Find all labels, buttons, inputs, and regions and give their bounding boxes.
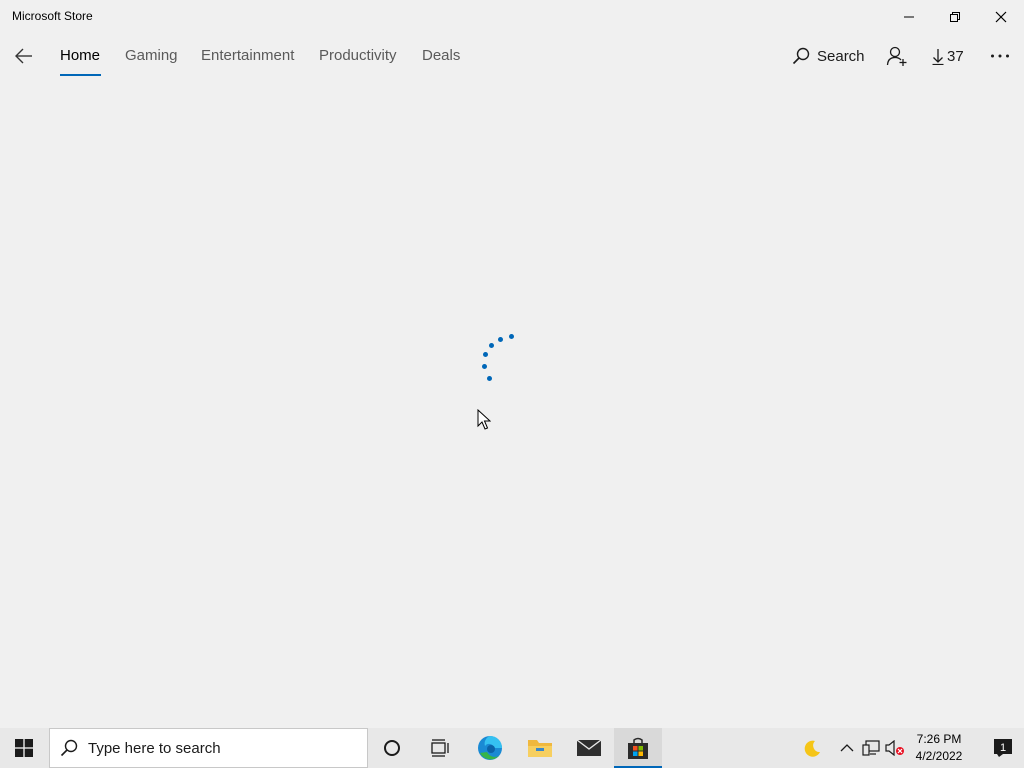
windows-logo-icon [15, 739, 33, 757]
restore-button[interactable] [932, 0, 978, 33]
back-button[interactable] [8, 39, 40, 73]
taskbar-search-placeholder: Type here to search [88, 739, 221, 757]
minimize-button[interactable] [886, 0, 932, 33]
ellipsis-icon [991, 54, 1009, 58]
close-icon [995, 11, 1007, 22]
tab-deals[interactable]: Deals [422, 47, 460, 64]
edge-button[interactable] [466, 728, 514, 768]
spinner-dot [489, 343, 494, 348]
spinner-dot [498, 337, 503, 342]
tab-gaming[interactable]: Gaming [125, 47, 178, 64]
tab-entertainment[interactable]: Entertainment [201, 47, 294, 64]
search-icon [792, 47, 810, 65]
search-icon [60, 739, 78, 757]
notification-center-button[interactable]: 1 [982, 728, 1024, 768]
spinner-dot [509, 334, 514, 339]
notification-icon: 1 [994, 739, 1012, 757]
weather-moon-icon [804, 740, 820, 757]
show-hidden-icons-button[interactable] [837, 738, 857, 758]
taskbar-clock[interactable]: 7:26 PM 4/2/2022 [906, 731, 972, 765]
volume-tray-button[interactable] [885, 738, 905, 758]
search-button[interactable]: Search [786, 38, 871, 74]
task-view-button[interactable] [416, 728, 464, 768]
loading-spinner [478, 330, 522, 386]
spinner-dot [487, 376, 492, 381]
weather-tray-button[interactable] [802, 738, 822, 758]
search-label: Search [817, 47, 865, 65]
spinner-dot [482, 364, 487, 369]
more-options-button[interactable] [982, 38, 1018, 74]
title-bar: Microsoft Store [0, 0, 1024, 33]
mail-icon [576, 739, 602, 756]
download-icon [932, 48, 944, 65]
spinner-dot [483, 352, 488, 357]
store-taskbar-button[interactable] [614, 728, 662, 768]
network-tray-button[interactable] [861, 738, 881, 758]
account-button[interactable] [880, 38, 914, 74]
microsoft-store-icon [628, 737, 648, 759]
task-view-icon [431, 739, 449, 757]
start-button[interactable] [0, 728, 48, 768]
taskbar-search-box[interactable]: Type here to search [49, 728, 368, 768]
tab-home[interactable]: Home [60, 47, 100, 64]
back-arrow-icon [15, 48, 32, 64]
mouse-cursor-icon [477, 409, 491, 430]
downloads-button[interactable]: 37 [926, 38, 970, 74]
folder-icon [528, 740, 552, 757]
edge-browser-icon [478, 736, 502, 760]
volume-muted-icon [885, 740, 904, 756]
notification-count: 1 [1000, 742, 1006, 754]
clock-date: 4/2/2022 [915, 749, 963, 763]
restore-icon [950, 11, 960, 22]
chevron-up-icon [840, 744, 854, 752]
app-title: Microsoft Store [12, 9, 93, 23]
add-user-icon [886, 46, 907, 66]
cortana-button[interactable] [368, 728, 416, 768]
downloads-count: 37 [947, 47, 964, 65]
taskbar: Type here to search 7:26 PM 4/2/2022 1 [0, 728, 1024, 768]
network-icon [862, 740, 880, 756]
close-button[interactable] [978, 0, 1024, 33]
file-explorer-button[interactable] [516, 728, 564, 768]
cortana-circle-icon [384, 740, 400, 756]
active-tab-indicator [60, 74, 101, 76]
clock-time: 7:26 PM [916, 732, 962, 746]
minimize-icon [904, 16, 914, 17]
mail-button[interactable] [565, 728, 613, 768]
tab-productivity[interactable]: Productivity [319, 47, 397, 64]
